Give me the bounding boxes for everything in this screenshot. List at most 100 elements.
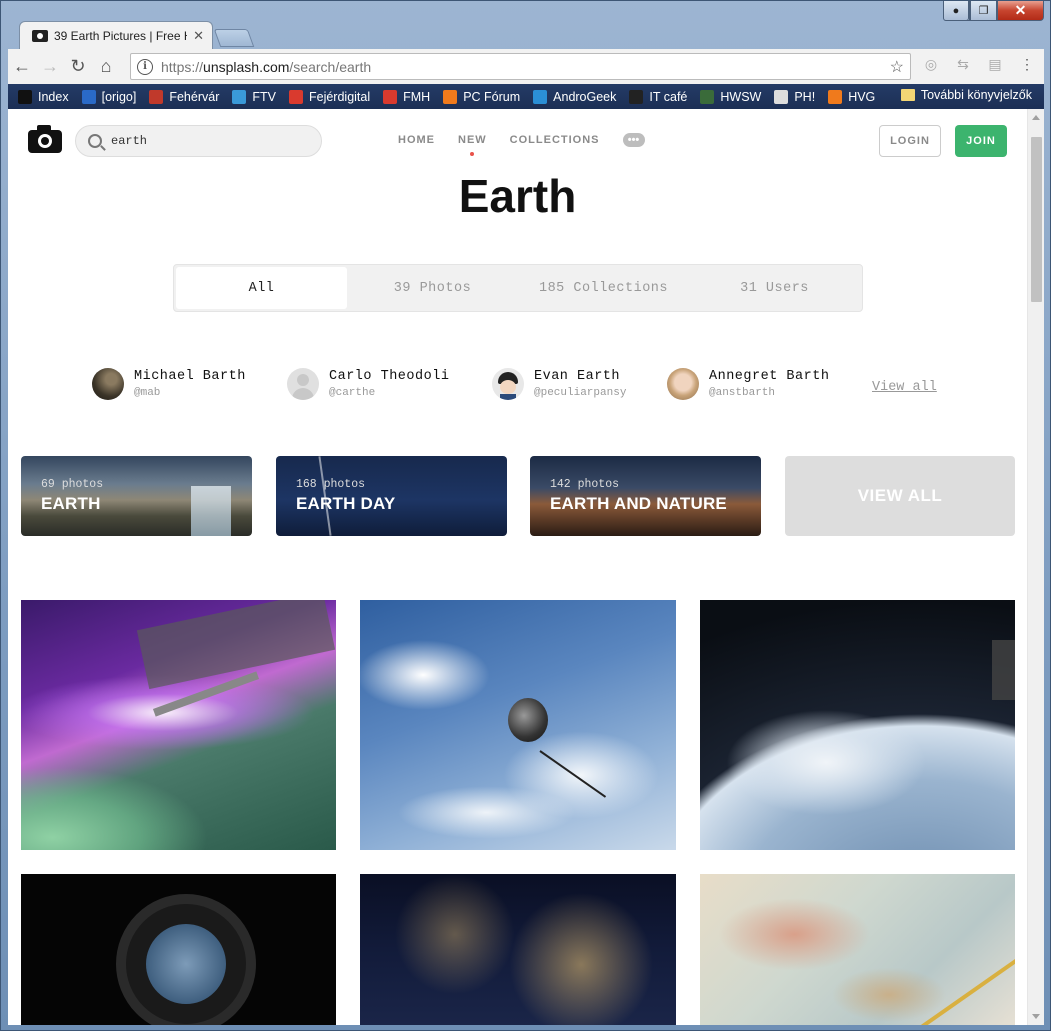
pdf-extension-icon[interactable]: ▤ xyxy=(986,55,1004,73)
user-card[interactable]: Evan Earth @peculiarpansy xyxy=(492,368,626,400)
bookmark-item[interactable]: Index xyxy=(18,89,69,104)
page-scrollbar[interactable] xyxy=(1027,109,1044,1025)
user-results: Michael Barth @mab Carlo Theodoli @carth… xyxy=(92,368,952,408)
tab-users[interactable]: 31 Users xyxy=(689,267,860,309)
forward-icon[interactable]: → xyxy=(36,53,64,81)
bookmarks-bar: Index [origo] Fehérvár FTV Fejérdigital FMH PC… xyxy=(8,84,1044,109)
user-name: Carlo Theodoli xyxy=(329,369,450,384)
more-menu-icon[interactable]: ••• xyxy=(622,133,645,147)
tab-collections[interactable]: 185 Collections xyxy=(518,267,689,309)
bookmark-label: [origo] xyxy=(101,89,137,104)
search-box[interactable] xyxy=(75,125,322,157)
bookmark-label: HWSW xyxy=(720,89,762,104)
window-controls: ● ▬ ❐ ✕ xyxy=(943,1,1044,21)
extensions: ◎ ⇆ ▤ ⋮ xyxy=(922,55,1036,73)
bookmark-favicon-icon xyxy=(700,89,715,104)
login-button[interactable]: LOGIN xyxy=(879,125,941,157)
bookmark-favicon-icon xyxy=(443,89,458,104)
bookmark-item[interactable]: Fehérvár xyxy=(149,89,220,104)
photo-tile[interactable] xyxy=(21,600,336,850)
address-bar[interactable]: i https://unsplash.com/search/earth ☆ xyxy=(130,53,911,80)
nav-collections[interactable]: COLLECTIONS xyxy=(510,134,600,146)
bookmark-item[interactable]: PH! xyxy=(774,89,815,104)
user-handle: @anstbarth xyxy=(709,387,776,399)
search-icon xyxy=(88,134,102,148)
view-all-users-link[interactable]: View all xyxy=(872,380,937,395)
compass-extension-icon[interactable]: ◎ xyxy=(922,55,940,73)
bookmark-item[interactable]: HWSW xyxy=(700,89,762,104)
main-nav: HOME NEW COLLECTIONS ••• xyxy=(398,133,645,156)
profile-icon[interactable]: ● xyxy=(943,1,969,21)
url-scheme: https:// xyxy=(161,58,204,75)
bookmark-favicon-icon xyxy=(149,89,164,104)
collection-count: 69 photos xyxy=(41,478,104,491)
info-icon[interactable]: i xyxy=(137,58,153,75)
user-card[interactable]: Carlo Theodoli @carthe xyxy=(287,368,449,400)
bookmark-item[interactable]: IT café xyxy=(629,89,688,104)
collection-title: EARTH DAY xyxy=(296,494,396,513)
other-bookmarks-label: További könyvjelzők xyxy=(920,88,1032,102)
camera-favicon-icon xyxy=(32,29,48,42)
avatar xyxy=(667,368,699,400)
collection-card[interactable]: 69 photos EARTH xyxy=(21,456,252,536)
page-viewport: HOME NEW COLLECTIONS ••• LOGIN JOIN Eart… xyxy=(8,109,1044,1025)
bookmark-favicon-icon xyxy=(232,89,247,104)
photo-tile[interactable] xyxy=(360,874,676,1025)
bookmark-label: FMH xyxy=(403,89,431,104)
tab-photos[interactable]: 39 Photos xyxy=(347,267,518,309)
other-bookmarks-folder[interactable]: További könyvjelzők xyxy=(900,88,1032,102)
bookmark-label: Fehérvár xyxy=(169,89,220,104)
bookmark-favicon-icon xyxy=(383,89,398,104)
new-tab-button[interactable] xyxy=(213,29,255,47)
site-header: HOME NEW COLLECTIONS ••• LOGIN JOIN xyxy=(8,109,1027,169)
bookmark-favicon-icon xyxy=(533,89,548,104)
bookmark-label: IT café xyxy=(649,89,688,104)
bookmark-item[interactable]: Fejérdigital xyxy=(288,89,370,104)
reload-icon[interactable]: ↻ xyxy=(64,53,92,81)
url-host: unsplash.com xyxy=(203,58,290,75)
url-path: /search/earth xyxy=(289,58,372,75)
bookmark-item[interactable]: FMH xyxy=(383,89,431,104)
bookmark-item[interactable]: PC Fórum xyxy=(443,89,520,104)
scroll-down-icon[interactable] xyxy=(1032,1014,1040,1019)
sync-extension-icon[interactable]: ⇆ xyxy=(954,55,972,73)
bookmark-star-icon[interactable]: ☆ xyxy=(890,57,904,77)
user-name: Michael Barth xyxy=(134,369,246,384)
close-window-button[interactable]: ✕ xyxy=(997,1,1044,21)
view-all-collections-button[interactable]: VIEW ALL xyxy=(785,456,1015,536)
photo-tile[interactable] xyxy=(700,600,1015,850)
photo-tile[interactable] xyxy=(700,874,1015,1025)
join-button[interactable]: JOIN xyxy=(955,125,1007,157)
nav-home[interactable]: HOME xyxy=(398,134,435,146)
bookmark-favicon-icon xyxy=(828,89,843,104)
avatar xyxy=(92,368,124,400)
bookmark-label: AndroGeek xyxy=(553,89,617,104)
user-card[interactable]: Annegret Barth @anstbarth xyxy=(667,368,829,400)
tab-close-icon[interactable]: ✕ xyxy=(193,28,204,44)
tab-all[interactable]: All xyxy=(176,267,347,309)
collection-count: 142 photos xyxy=(550,478,620,491)
user-card[interactable]: Michael Barth @mab xyxy=(92,368,246,400)
photo-tile[interactable] xyxy=(21,874,336,1025)
bookmark-item[interactable]: FTV xyxy=(232,89,276,104)
scroll-thumb[interactable] xyxy=(1031,137,1042,302)
collection-card[interactable]: 168 photos EARTH DAY xyxy=(276,456,507,536)
collection-count: 168 photos xyxy=(296,478,366,491)
bookmark-item[interactable]: HVG xyxy=(828,89,875,104)
scroll-up-icon[interactable] xyxy=(1032,115,1040,120)
home-icon[interactable]: ⌂ xyxy=(92,53,120,81)
photo-tile[interactable] xyxy=(360,600,676,850)
search-filter-tabs: All 39 Photos 185 Collections 31 Users xyxy=(173,264,863,312)
collection-card[interactable]: 142 photos EARTH AND NATURE xyxy=(530,456,761,536)
menu-icon[interactable]: ⋮ xyxy=(1018,55,1036,73)
page-title: Earth xyxy=(458,170,577,222)
maximize-button[interactable]: ❐ xyxy=(970,1,997,21)
bookmark-item[interactable]: [origo] xyxy=(81,89,137,104)
back-icon[interactable]: ← xyxy=(8,53,36,81)
bookmark-item[interactable]: AndroGeek xyxy=(533,89,617,104)
bookmark-label: FTV xyxy=(252,89,276,104)
browser-tab[interactable]: 39 Earth Pictures | Free H ✕ xyxy=(19,21,213,49)
unsplash-camera-logo-icon[interactable] xyxy=(28,125,62,153)
search-input[interactable] xyxy=(111,134,301,148)
nav-new[interactable]: NEW xyxy=(458,134,487,156)
